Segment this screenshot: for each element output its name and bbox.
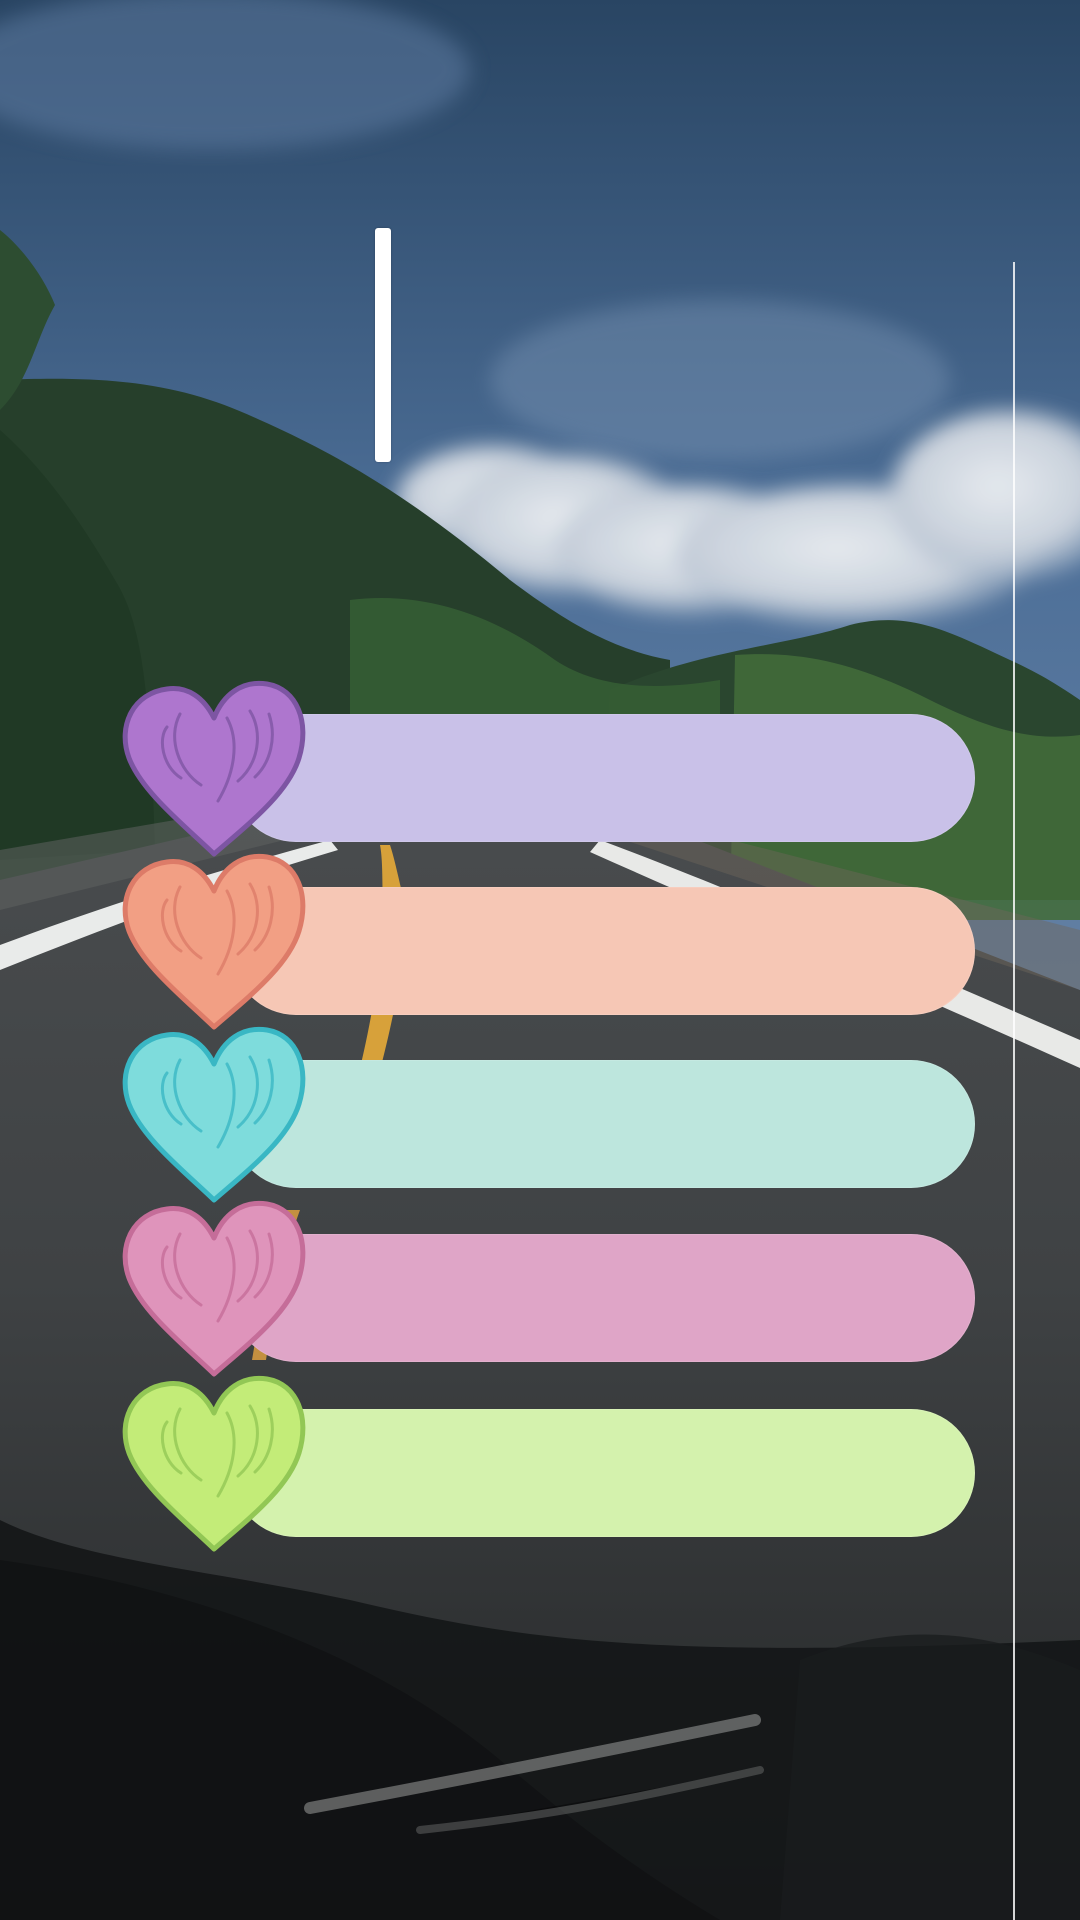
peach-heart-icon[interactable]	[122, 853, 307, 1033]
pink-heart-icon[interactable]	[122, 1200, 307, 1380]
pink-heart-bar-sticker[interactable]	[122, 1200, 975, 1380]
aqua-heart-icon[interactable]	[122, 1026, 307, 1206]
story-editor-canvas	[0, 0, 1080, 1920]
peach-heart-bar-sticker[interactable]	[122, 853, 975, 1033]
purple-heart-icon[interactable]	[122, 680, 307, 860]
vertical-guide-icon	[1013, 262, 1015, 1920]
purple-heart-bar-sticker[interactable]	[122, 680, 975, 860]
purple-bar[interactable]	[232, 714, 975, 842]
text-cursor-icon	[375, 228, 391, 462]
pink-bar[interactable]	[232, 1234, 975, 1362]
peach-bar[interactable]	[232, 887, 975, 1015]
lime-heart-bar-sticker[interactable]	[122, 1375, 975, 1555]
lime-bar[interactable]	[232, 1409, 975, 1537]
aqua-bar[interactable]	[232, 1060, 975, 1188]
lime-heart-icon[interactable]	[122, 1375, 307, 1555]
aqua-heart-bar-sticker[interactable]	[122, 1026, 975, 1206]
